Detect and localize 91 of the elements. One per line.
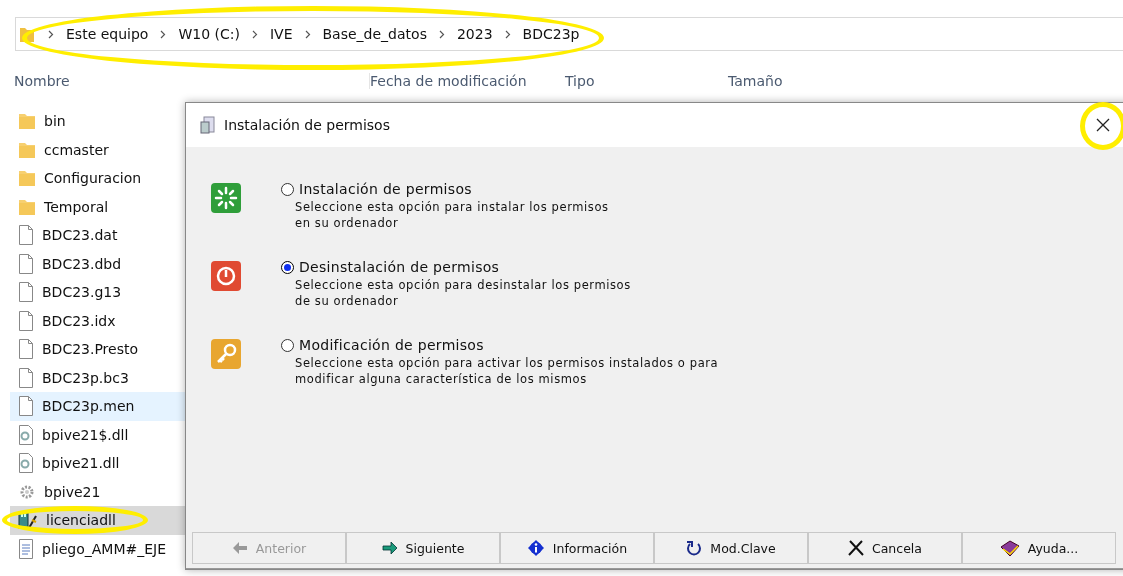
file-row[interactable]: BDC23.g13 [10, 278, 185, 307]
chevron-icon [160, 29, 167, 39]
file-name: Configuracion [44, 170, 142, 187]
dialog-title: Instalación de permisos [224, 117, 390, 133]
file-row[interactable]: Temporal [10, 192, 185, 221]
info-icon [526, 539, 545, 557]
app-icon [200, 116, 216, 134]
file-row[interactable]: BDC23.Presto [10, 335, 185, 364]
file-name: ccmaster [44, 141, 109, 158]
file-name: bpive21$.dll [42, 426, 129, 443]
file-row[interactable]: bpive21 [10, 477, 185, 506]
file-name: BDC23.g13 [42, 284, 122, 301]
chevron-icon [438, 29, 445, 39]
gear-file-icon [18, 453, 34, 474]
file-name: licenciadll [46, 512, 116, 529]
column-header[interactable]: Tipo [565, 73, 595, 89]
option-description: Seleccione esta opción para desinstalar los permisos de su ordenador [295, 277, 631, 309]
file-icon [18, 253, 34, 274]
file-row[interactable]: bin [10, 107, 185, 136]
file-row[interactable]: Configuracion [10, 164, 185, 193]
folder-icon [18, 169, 36, 188]
option-radio[interactable]: Desinstalación de permisos [281, 259, 631, 275]
chevron-icon [504, 29, 511, 39]
folder-icon [18, 112, 36, 131]
file-name: bpive21.dll [42, 455, 120, 472]
chevron-icon [48, 29, 54, 39]
file-name: Temporal [44, 198, 109, 215]
column-header[interactable]: Nombre [14, 73, 70, 89]
option-label: Modificación de permisos [299, 337, 484, 353]
file-name: BDC23p.bc3 [42, 369, 129, 386]
breadcrumb-item[interactable]: BDC23p [522, 26, 580, 42]
column-header[interactable]: Tamaño [728, 73, 783, 89]
option-radio[interactable]: Instalación de permisos [281, 181, 609, 197]
file-name: BDC23.dat [42, 227, 118, 244]
install-icon [211, 183, 241, 213]
file-icon [18, 367, 34, 388]
highlight-ellipse [1080, 102, 1123, 150]
breadcrumb-item[interactable]: W10 (C:) [178, 26, 240, 42]
power-icon [211, 261, 241, 291]
right-arrow-icon [381, 541, 398, 555]
breadcrumb-item[interactable]: Base_de_datos [322, 26, 427, 42]
option-label: Instalación de permisos [299, 181, 472, 197]
cross-icon [848, 540, 864, 556]
file-row[interactable]: BDC23.dbd [10, 249, 185, 278]
column-header[interactable]: Fecha de modificación [369, 73, 527, 89]
chevron-icon [304, 29, 311, 39]
option-radio[interactable]: Modificación de permisos [281, 337, 719, 353]
dialog-button[interactable]: Información [500, 532, 654, 564]
option-description: Seleccione esta opción para instalar los permisos en su ordenador [295, 199, 609, 231]
radio-button[interactable] [281, 182, 294, 196]
file-row[interactable]: BDC23p.bc3 [10, 363, 185, 392]
file-name: bin [44, 113, 66, 130]
folder-icon [18, 140, 36, 159]
address-bar[interactable]: Este equipo W10 (C:) IVE Base_de_datos 2023 BDC23p [15, 17, 1123, 51]
file-icon [18, 310, 34, 331]
file-name: BDC23.idx [42, 312, 116, 329]
file-icon [18, 225, 34, 246]
file-name: pliego_AMM#_EJE [42, 540, 167, 557]
file-icon [18, 282, 34, 303]
file-row[interactable]: BDC23p.men [10, 392, 185, 421]
file-name: bpive21 [44, 483, 101, 500]
file-name: BDC23.dbd [42, 255, 122, 272]
option-label: Desinstalación de permisos [299, 259, 500, 275]
file-row[interactable]: BDC23.idx [10, 306, 185, 335]
file-icon [18, 396, 34, 417]
left-arrow-icon [231, 541, 248, 555]
dialog-button[interactable]: Cancela [808, 532, 962, 564]
close-icon[interactable] [1096, 118, 1110, 132]
file-name: BDC23.Presto [42, 341, 139, 358]
breadcrumb-item[interactable]: IVE [269, 26, 293, 42]
option-description: Seleccione esta opción para activar los permisos instalados o para modificar alguna característica de los mismos [295, 355, 719, 387]
file-icon [18, 339, 34, 360]
file-row[interactable]: bpive21$.dll [10, 420, 185, 449]
document-icon [18, 538, 34, 559]
dialog-button[interactable]: Siguiente [346, 532, 500, 564]
gear-file-icon [18, 424, 34, 445]
file-row[interactable]: ccmaster [10, 135, 185, 164]
radio-button[interactable] [281, 338, 294, 352]
breadcrumb-item[interactable]: Este equipo [66, 26, 149, 42]
radio-button[interactable] [281, 260, 294, 274]
key-icon [211, 339, 241, 369]
dialog-button[interactable]: Mod.Clave [654, 532, 808, 564]
file-row[interactable]: pliego_AMM#_EJE [10, 534, 185, 563]
file-row[interactable]: bpive21.dll [10, 449, 185, 478]
chevron-icon [251, 29, 258, 39]
file-row[interactable]: BDC23.dat [10, 221, 185, 250]
dialog-button[interactable]: Ayuda... [962, 532, 1116, 564]
breadcrumb-item[interactable]: 2023 [456, 26, 493, 42]
folder-icon [18, 197, 36, 216]
file-name: BDC23p.men [42, 398, 135, 415]
refresh-icon [686, 540, 703, 556]
